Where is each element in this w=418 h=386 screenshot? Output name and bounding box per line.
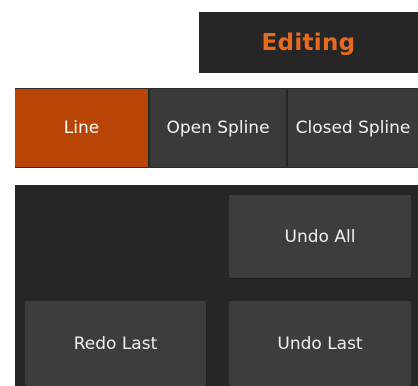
undo-last-button[interactable]: Undo Last: [229, 301, 411, 386]
mode-line-button[interactable]: Line: [15, 89, 148, 167]
editing-title: Editing: [261, 29, 356, 56]
undo-all-button[interactable]: Undo All: [229, 195, 411, 278]
mode-open-spline-button[interactable]: Open Spline: [148, 89, 286, 167]
spline-mode-selector: Line Open Spline Closed Spline: [15, 88, 418, 168]
edit-actions-panel: Undo All Redo Last Undo Last: [15, 185, 418, 386]
mode-closed-spline-button[interactable]: Closed Spline: [286, 89, 418, 167]
redo-last-button[interactable]: Redo Last: [25, 301, 206, 386]
editing-header: Editing: [199, 12, 418, 73]
